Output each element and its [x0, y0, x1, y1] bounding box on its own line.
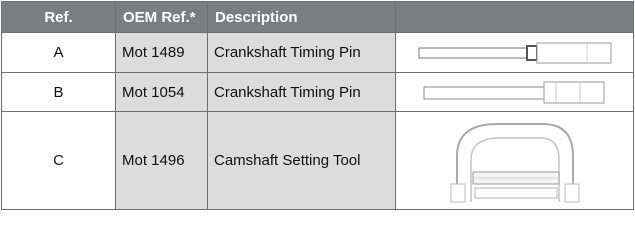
table-header-row: Ref. OEM Ref.* Description [1, 1, 634, 33]
ref-cell: B [1, 72, 116, 112]
oem-ref-cell: Mot 1054 [115, 72, 208, 112]
header-ref: Ref. [1, 1, 116, 33]
table-row: B Mot 1054 Crankshaft Timing Pin [1, 72, 634, 112]
image-cell [395, 111, 634, 210]
description-cell: Crankshaft Timing Pin [207, 32, 396, 73]
tools-table: Ref. OEM Ref.* Description A Mot 1489 Cr… [1, 1, 634, 210]
description-cell: Camshaft Setting Tool [207, 111, 396, 210]
crankshaft-timing-pin-icon [423, 81, 604, 104]
header-description: Description [207, 1, 396, 33]
oem-ref-cell: Mot 1489 [115, 32, 208, 73]
image-cell [395, 72, 634, 112]
header-image [395, 1, 634, 33]
crankshaft-timing-pin-icon [418, 42, 611, 63]
header-oem-ref: OEM Ref.* [115, 1, 208, 33]
table-row: C Mot 1496 Camshaft Setting Tool [1, 111, 634, 210]
ref-cell: A [1, 32, 116, 73]
description-cell: Crankshaft Timing Pin [207, 72, 396, 112]
ref-cell: C [1, 111, 116, 210]
table-row: A Mot 1489 Crankshaft Timing Pin [1, 32, 634, 73]
camshaft-setting-tool-icon [450, 122, 579, 202]
oem-ref-cell: Mot 1496 [115, 111, 208, 210]
image-cell [395, 32, 634, 73]
